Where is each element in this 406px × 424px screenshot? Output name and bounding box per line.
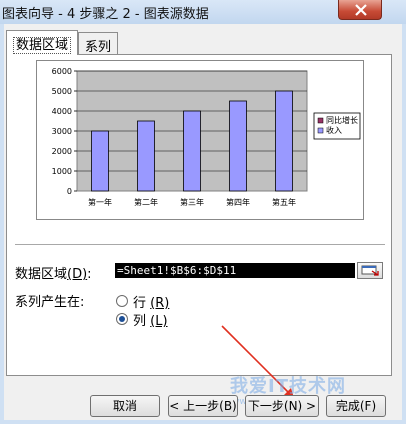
next-button[interactable]: 下一步(N) > <box>245 395 319 417</box>
y-tick-label: 0 <box>67 187 72 196</box>
window-title: 图表向导 - 4 步骤之 2 - 图表源数据 <box>2 7 209 22</box>
legend-swatch <box>317 117 324 124</box>
back-button[interactable]: < 上一步(B) <box>168 395 238 417</box>
rows-radio[interactable] <box>116 295 128 307</box>
legend-label: 同比增长 <box>326 115 358 125</box>
close-icon <box>355 4 367 16</box>
cols-label: 列 (L) <box>133 314 168 329</box>
rows-label: 行 (R) <box>133 296 170 311</box>
data-range-input[interactable]: =Sheet1!$B$6:$D$11 <box>115 263 355 278</box>
x-tick-label: 第一年 <box>88 197 112 207</box>
y-tick-label: 1000 <box>52 167 72 176</box>
tab-data-range[interactable]: 数据区域 <box>6 30 79 55</box>
cols-radio[interactable] <box>116 313 128 325</box>
data-range-label: 数据区域(D): <box>15 267 92 282</box>
y-tick-label: 5000 <box>52 87 72 96</box>
x-tick-label: 第五年 <box>272 197 296 207</box>
tab-data-range-label: 数据区域 <box>13 37 72 54</box>
collapse-dialog-icon <box>361 265 379 276</box>
bar-1 <box>91 130 109 192</box>
cancel-button[interactable]: 取消 <box>90 395 160 417</box>
separator <box>15 244 385 245</box>
y-tick-label: 3000 <box>52 127 72 136</box>
chart-preview: 6000 5000 4000 3000 2000 1000 0 第一年 第二年 第三年 第四年 第五年… <box>36 60 364 220</box>
dialog-client: 数据区域 系列 6000 5000 4000 3000 2000 1000 0 第一年 第二年 第… <box>4 24 402 420</box>
title-bar: 图表向导 - 4 步骤之 2 - 图表源数据 <box>0 0 406 24</box>
tab-series[interactable]: 系列 <box>78 32 119 55</box>
x-tick-label: 第二年 <box>134 197 158 207</box>
legend-label: 收入 <box>326 125 342 135</box>
chart-svg: 6000 5000 4000 3000 2000 1000 0 第一年 第二年 第三年 第四年 第五年… <box>52 67 361 207</box>
bar-3 <box>183 110 201 192</box>
collapse-dialog-button[interactable] <box>357 262 383 279</box>
y-tick-label: 2000 <box>52 147 72 156</box>
tab-series-label: 系列 <box>85 40 112 55</box>
tab-panel: 6000 5000 4000 3000 2000 1000 0 第一年 第二年 第三年 第四年 第五年… <box>6 54 392 376</box>
x-tick-label: 第四年 <box>226 197 250 207</box>
bar-5 <box>275 90 293 192</box>
bar-2 <box>137 120 155 192</box>
y-tick-label: 4000 <box>52 107 72 116</box>
finish-button[interactable]: 完成(F) <box>326 395 386 417</box>
x-tick-label: 第三年 <box>180 197 204 207</box>
y-tick-label: 6000 <box>52 67 72 76</box>
bar-4 <box>229 100 247 192</box>
close-button[interactable] <box>338 0 382 20</box>
legend-swatch <box>317 127 324 134</box>
series-in-label: 系列产生在: <box>15 295 85 310</box>
